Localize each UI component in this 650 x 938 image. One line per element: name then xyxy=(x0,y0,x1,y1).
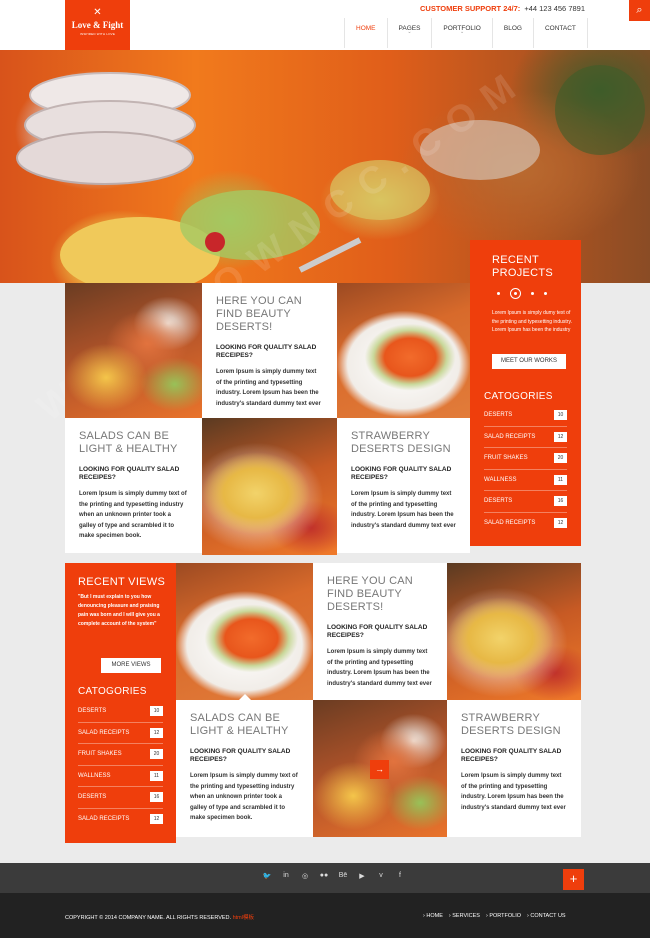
salad-bowl-photo[interactable] xyxy=(176,563,313,700)
slider-dot[interactable] xyxy=(544,292,547,295)
next-arrow-button[interactable]: → xyxy=(370,760,389,779)
behance-icon[interactable]: Bē xyxy=(338,872,348,880)
social-links: 🐦 in ◎ ●● Bē ▶ v f xyxy=(262,872,405,880)
vimeo-icon[interactable]: v xyxy=(376,872,386,880)
tile-title: HERE YOU CAN FIND BEAUTY DESERTS! xyxy=(327,575,413,613)
category-item[interactable]: WALLNESS 11 xyxy=(78,766,163,787)
meet-our-works-button[interactable]: MEET OUR WORKS xyxy=(492,354,566,369)
tile-title: SALADS CAN BE LIGHT & HEALTHY xyxy=(79,430,178,455)
tile-salads-healthy[interactable]: SALADS CAN BE LIGHT & HEALTHY LOOKING FOR… xyxy=(176,694,313,837)
copyright-link[interactable]: html模板 xyxy=(233,915,254,921)
support-label: CUSTOMER SUPPORT 24/7: xyxy=(420,4,521,13)
tile-text: Lorem Ipsum is simply dummy text of the … xyxy=(351,491,456,529)
footer-link-contact[interactable]: › CONTACT US xyxy=(527,913,566,919)
tile-text: Lorem Ipsum is simply dummy text of the … xyxy=(216,369,321,407)
facebook-icon[interactable]: f xyxy=(395,872,405,880)
salad-bowl-photo[interactable] xyxy=(337,283,470,418)
category-item[interactable]: DESERTS 10 xyxy=(78,701,163,723)
tile-subtitle: LOOKING FOR QUALITY SALAD RECEIPES? xyxy=(216,344,317,359)
nav-pages[interactable]: PAGES ⌄ xyxy=(388,18,433,48)
tile-subtitle: LOOKING FOR QUALITY SALAD RECEIPES? xyxy=(190,748,291,763)
tile-beauty-deserts[interactable]: HERE YOU CAN FIND BEAUTY DESERTS! LOOKING … xyxy=(202,283,337,418)
category-item[interactable]: SALAD RECEIPTS 12 xyxy=(78,809,163,831)
rice-dish-photo[interactable] xyxy=(447,563,581,700)
tile-title: SALADS CAN BE LIGHT & HEALTHY xyxy=(190,712,289,737)
flickr-icon[interactable]: ●● xyxy=(319,872,329,880)
search-icon: ⌕ xyxy=(636,4,643,16)
tile-title: STRAWBERRY DESERTS DESIGN xyxy=(351,430,451,455)
category-item[interactable]: FRUIT SHAKES 20 xyxy=(78,744,163,766)
tile-subtitle: LOOKING FOR QUALITY SALAD RECEIPES? xyxy=(461,748,562,763)
logo-name: Love & Fight xyxy=(71,20,124,30)
tile-subtitle: LOOKING FOR QUALITY SALAD RECEIPES? xyxy=(79,466,180,481)
slider-dots xyxy=(497,288,547,299)
categories-list: DESERTS 10 SALAD RECEIPTS 12 FRUIT SHAKES 2… xyxy=(78,701,163,830)
category-item[interactable]: DESERTS 10 xyxy=(484,405,567,427)
tile-strawberry-deserts[interactable]: STRAWBERRY DESERTS DESIGN LOOKING FOR QUA… xyxy=(447,700,581,837)
linkedin-icon[interactable]: in xyxy=(281,872,291,880)
tile-pointer xyxy=(239,694,251,700)
tile-title: STRAWBERRY DESERTS DESIGN xyxy=(461,712,561,737)
nav-portfolio[interactable]: PORTFOLIO ⌄ xyxy=(432,18,493,48)
search-button[interactable]: ⌕ xyxy=(629,0,650,21)
tile-title: HERE YOU CAN FIND BEAUTY DESERTS! xyxy=(216,295,302,333)
arrow-right-icon: → xyxy=(375,764,384,774)
nav-home-label: HOME xyxy=(356,25,376,32)
categories-title: CATOGORIES xyxy=(78,686,147,697)
category-item[interactable]: SALAD RECEIPTS 12 xyxy=(484,427,567,448)
footer-link-services[interactable]: › SERVICES xyxy=(449,913,480,919)
tile-subtitle: LOOKING FOR QUALITY SALAD RECEIPES? xyxy=(327,624,428,639)
tile-salads-healthy[interactable]: SALADS CAN BE LIGHT & HEALTHY LOOKING FOR… xyxy=(65,418,202,553)
category-item[interactable]: WALLNESS 11 xyxy=(484,470,567,491)
fork-knife-icon: ✕ xyxy=(93,7,102,18)
slider-dot[interactable] xyxy=(531,292,534,295)
chevron-down-icon: ⌄ xyxy=(407,29,412,35)
footer-nav: › HOME › SERVICES › PORTFOLIO › CONTACT … xyxy=(423,913,566,919)
tile-text: Lorem Ipsum is simply dummy text of the … xyxy=(327,649,432,687)
recent-views-title: RECENT VIEWS xyxy=(78,576,166,588)
youtube-icon[interactable]: ▶ xyxy=(357,872,367,880)
tile-text: Lorem Ipsum is simply dummy text of the … xyxy=(79,491,187,539)
categories-title: CATOGORIES xyxy=(484,391,553,402)
tile-text: Lorem Ipsum is simply dummy text of the … xyxy=(461,773,566,811)
footer-link-portfolio[interactable]: › PORTFOLIO xyxy=(486,913,521,919)
support-phone[interactable]: +44 123 456 7891 xyxy=(524,4,585,13)
slider-dot[interactable] xyxy=(497,292,500,295)
plus-button[interactable]: + xyxy=(563,869,584,890)
recent-projects-text: Lorem Ipsum is simply dumy text of the p… xyxy=(492,310,572,333)
site-logo[interactable]: ✕ Love & Fight INSPIRED WITH LOVE xyxy=(65,0,130,50)
category-item[interactable]: DESERTS 16 xyxy=(78,787,163,809)
more-views-button[interactable]: MORE VIEWS xyxy=(101,658,161,673)
recent-views-quote: "But I must explain to you how denouncin… xyxy=(78,594,160,627)
category-item[interactable]: FRUIT SHAKES 20 xyxy=(484,448,567,470)
categories-list: DESERTS 10 SALAD RECEIPTS 12 FRUIT SHAKES 2… xyxy=(484,405,567,534)
tile-text: Lorem Ipsum is simply dummy text of the … xyxy=(190,773,298,821)
recent-projects-panel: RECENT PROJECTS Lorem Ipsum is simply dum… xyxy=(470,240,581,546)
buffet-photo[interactable] xyxy=(65,283,202,418)
dribbble-icon[interactable]: ◎ xyxy=(300,872,310,880)
category-item[interactable]: SALAD RECEIPTS 12 xyxy=(78,723,163,744)
chevron-down-icon: ⌄ xyxy=(460,29,465,35)
nav-blog-label: BLOG xyxy=(503,25,522,32)
tile-strawberry-deserts[interactable]: STRAWBERRY DESERTS DESIGN LOOKING FOR QUA… xyxy=(337,418,470,553)
recent-projects-title: RECENT PROJECTS xyxy=(492,254,554,279)
copyright: COPYRIGHT © 2014 COMPANY NAME. ALL RIGHT… xyxy=(65,915,254,921)
category-item[interactable]: SALAD RECEIPTS 12 xyxy=(484,513,567,535)
customer-support: CUSTOMER SUPPORT 24/7: +44 123 456 7891 xyxy=(420,4,585,13)
rice-dish-photo[interactable] xyxy=(202,418,337,555)
footer-link-home[interactable]: › HOME xyxy=(423,913,443,919)
category-item[interactable]: DESERTS 16 xyxy=(484,491,567,513)
logo-tagline: INSPIRED WITH LOVE xyxy=(79,32,116,36)
recent-views-panel: RECENT VIEWS "But I must explain to you … xyxy=(65,563,176,843)
tile-beauty-deserts[interactable]: HERE YOU CAN FIND BEAUTY DESERTS! LOOKING … xyxy=(313,563,453,700)
slider-dot-active[interactable] xyxy=(510,288,521,299)
twitter-icon[interactable]: 🐦 xyxy=(262,872,272,880)
nav-blog[interactable]: BLOG xyxy=(493,18,534,48)
tile-subtitle: LOOKING FOR QUALITY SALAD RECEIPES? xyxy=(351,466,452,481)
nav-home[interactable]: HOME xyxy=(345,18,388,48)
